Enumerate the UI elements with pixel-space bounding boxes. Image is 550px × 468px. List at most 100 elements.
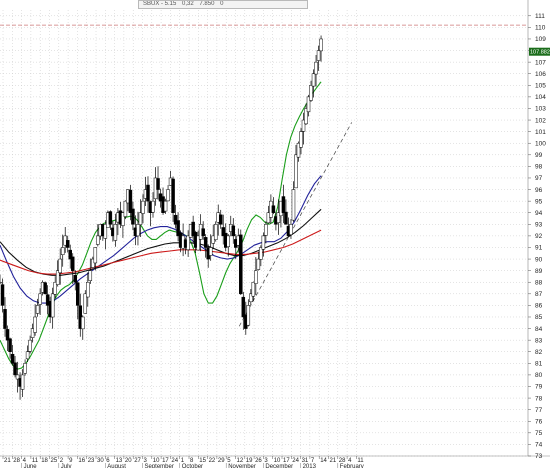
y-tick-label: 88 — [535, 279, 543, 286]
axes-layer: 73 74 75 76 77 78 79 80 81 82 83 84 85 86 87 88 89 90 91 92… — [0, 0, 550, 468]
y-tick-label: 109 — [535, 36, 546, 43]
candle-body — [314, 61, 318, 75]
candle-body — [86, 281, 90, 298]
y-tick-label: 100 — [535, 140, 546, 147]
y-tick-label: 90 — [535, 256, 543, 263]
y-tick-label: 95 — [535, 198, 543, 205]
candle-body — [60, 247, 65, 255]
candle-body — [70, 256, 75, 271]
x-tick-label: 16 — [78, 458, 85, 464]
candle-body — [23, 363, 27, 374]
candle-body — [35, 305, 40, 314]
candle-body — [146, 184, 150, 202]
candle-body — [319, 38, 323, 52]
candle-body — [309, 85, 313, 101]
candle-body — [13, 362, 17, 376]
y-tick-label: 81 — [535, 361, 543, 368]
month-label: September — [145, 464, 174, 468]
candle-body — [0, 281, 2, 284]
candle-body — [251, 281, 256, 297]
candle-body — [186, 235, 190, 251]
x-tick-label: 14 — [320, 458, 327, 464]
candle-body — [166, 189, 170, 202]
header-symbol: SBUX - 5.15 — [143, 1, 177, 7]
y-tick-label: 99 — [535, 152, 543, 159]
header-field-2: 7.850 — [199, 1, 215, 7]
x-tick-label: 18 — [41, 458, 48, 464]
last-price-label: 107.8820 — [530, 50, 550, 56]
candle-body — [65, 240, 70, 248]
candle-body — [208, 247, 213, 256]
x-tick-label: 21 — [330, 458, 337, 464]
y-tick-label: 86 — [535, 303, 543, 310]
candle-body — [96, 235, 100, 245]
candle-body — [316, 50, 321, 61]
candle-body — [151, 200, 155, 213]
y-tick-label: 111 — [535, 13, 545, 20]
candle-body — [213, 224, 218, 240]
candle-body — [0, 284, 5, 306]
candle-body — [201, 228, 205, 237]
candle-body — [93, 247, 98, 264]
candle-body — [271, 205, 276, 213]
y-tick-label: 91 — [535, 245, 543, 252]
y-tick-label: 84 — [535, 326, 543, 333]
y-tick-label: 96 — [535, 187, 543, 194]
candle-body — [131, 208, 135, 225]
candle-body — [123, 200, 128, 217]
candle-body — [50, 293, 55, 318]
candle-body — [294, 154, 298, 189]
chart-canvas[interactable]: 73 74 75 76 77 78 79 80 81 82 83 84 85 86 87 88 89 90 91 92… — [0, 0, 550, 468]
y-tick-label: 82 — [535, 349, 543, 356]
month-label: June — [24, 464, 38, 468]
month-label: February — [340, 464, 364, 468]
candle-body — [136, 224, 140, 237]
candle-body — [81, 316, 85, 330]
y-tick-label: 110 — [535, 25, 546, 32]
x-tick-label: 22 — [209, 458, 216, 464]
candle-body — [58, 258, 62, 274]
y-tick-label: 104 — [535, 94, 546, 101]
month-label: December — [265, 464, 293, 468]
grid-layer — [0, 10, 528, 457]
candle-body — [76, 282, 80, 306]
header-field-3: 0 — [220, 1, 224, 7]
candle-body — [241, 296, 246, 318]
candle-body — [231, 225, 236, 237]
candle-body — [38, 293, 42, 305]
y-tick-label: 85 — [535, 314, 543, 321]
candle-body — [239, 234, 243, 295]
candle-body — [256, 258, 261, 270]
month-label: November — [228, 464, 256, 468]
candle-body — [246, 305, 251, 326]
y-tick-label: 107 — [535, 59, 546, 66]
candle-body — [25, 351, 30, 360]
stock-chart[interactable]: 73 74 75 76 77 78 79 80 81 82 83 84 85 86 87 88 89 90 91 92… — [0, 0, 550, 468]
candle-body — [264, 224, 268, 236]
candle-body — [226, 235, 231, 247]
y-tick-label: 74 — [535, 442, 543, 449]
candle-body — [311, 73, 316, 87]
x-tick-label: 27 — [134, 458, 141, 464]
x-tick-label: 26 — [255, 458, 262, 464]
y-tick-label: 80 — [535, 372, 543, 379]
y-tick-label: 77 — [535, 407, 543, 414]
y-tick-label: 103 — [535, 106, 546, 113]
x-tick-label: 23 — [88, 458, 95, 464]
candle-body — [20, 374, 25, 390]
y-tick-label: 97 — [535, 175, 543, 182]
y-tick-label: 78 — [535, 395, 543, 402]
candle-body — [289, 224, 293, 235]
y-tick-label: 83 — [535, 337, 543, 344]
month-label: 2013 — [303, 464, 317, 468]
candle-body — [261, 235, 266, 250]
y-tick-label: 106 — [535, 71, 546, 78]
indicator-header-box[interactable]: SBUX - 5.15 0,32 7.850 0 — [138, 0, 308, 9]
month-label: August — [107, 464, 126, 468]
y-tick-label: 76 — [535, 418, 543, 425]
candle-body — [138, 212, 143, 225]
month-label: October — [182, 464, 203, 468]
candle-body — [108, 211, 113, 225]
candle-body — [254, 270, 258, 284]
y-tick-label: 98 — [535, 164, 543, 171]
